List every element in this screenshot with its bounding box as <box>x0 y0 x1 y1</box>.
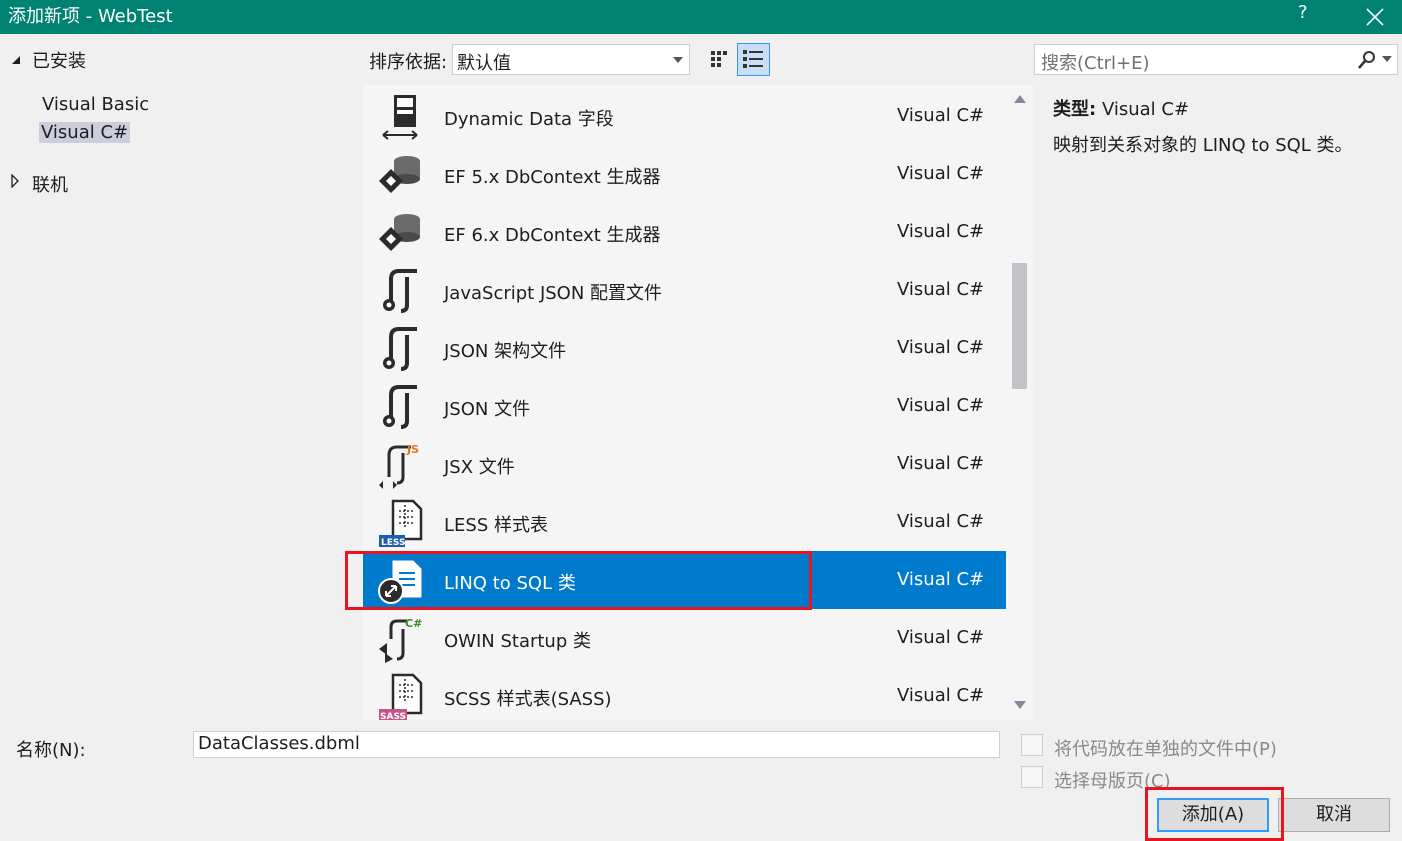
tree-item-visual-basic[interactable]: Visual Basic <box>42 94 149 115</box>
template-row-jsx-file[interactable]: JS JSX 文件 Visual C# <box>363 435 1006 493</box>
close-button[interactable] <box>1348 0 1402 34</box>
tree-node-online[interactable]: 联机 <box>32 171 68 197</box>
list-view-button[interactable] <box>737 43 770 76</box>
small-icons-view-button[interactable] <box>704 43 737 76</box>
tree-item-visual-csharp[interactable]: Visual C# <box>39 122 131 143</box>
template-language: Visual C# <box>897 279 985 300</box>
json-file-icon <box>383 385 417 429</box>
template-language: Visual C# <box>897 453 985 474</box>
master-page-label: 选择母版页(C) <box>1054 771 1171 792</box>
tree-node-installed[interactable]: 已安装 <box>32 47 86 73</box>
scrollbar-thumb[interactable] <box>1012 263 1027 389</box>
template-name: JSON 文件 <box>444 399 531 420</box>
scss-file-icon: SASS <box>379 673 423 720</box>
template-name: LINQ to SQL 类 <box>444 573 576 594</box>
master-page-checkbox[interactable] <box>1021 766 1043 788</box>
template-language: Visual C# <box>897 685 985 706</box>
template-name: LESS 样式表 <box>444 515 548 536</box>
name-field-value: DataClasses.dbml <box>198 733 360 754</box>
template-row-linq-to-sql[interactable]: LINQ to SQL 类 Visual C# <box>363 551 1006 609</box>
sort-label: 排序依据: <box>369 52 448 73</box>
list-view-icon <box>743 50 763 68</box>
sort-value: 默认值 <box>457 53 511 74</box>
search-input[interactable]: 搜索(Ctrl+E) <box>1034 44 1398 75</box>
separate-file-checkbox[interactable] <box>1021 734 1043 756</box>
separate-file-label: 将代码放在单独的文件中(P) <box>1054 739 1277 760</box>
template-language: Visual C# <box>897 163 985 184</box>
title-bar: 添加新项 - WebTest ? <box>0 0 1402 34</box>
template-language: Visual C# <box>897 569 985 590</box>
template-name: OWIN Startup 类 <box>444 631 591 652</box>
template-description: 映射到关系对象的 LINQ to SQL 类。 <box>1053 135 1353 156</box>
window-title: 添加新项 - WebTest <box>8 6 173 27</box>
less-badge: LESS <box>381 538 405 547</box>
template-row-dynamic-data[interactable]: Dynamic Data 字段 Visual C# <box>363 87 1006 145</box>
jsx-badge: JS <box>406 443 419 456</box>
template-language: Visual C# <box>897 221 985 242</box>
template-name: Dynamic Data 字段 <box>444 109 614 130</box>
search-placeholder: 搜索(Ctrl+E) <box>1041 53 1150 74</box>
chevron-down-icon <box>673 57 683 63</box>
scss-badge: SASS <box>380 712 406 720</box>
template-name: SCSS 样式表(SASS) <box>444 689 612 710</box>
template-row-less[interactable]: LESS LESS 样式表 Visual C# <box>363 493 1006 551</box>
scroll-up-arrow-icon[interactable] <box>1014 95 1026 103</box>
template-name: EF 6.x DbContext 生成器 <box>444 225 661 246</box>
template-name: JavaScript JSON 配置文件 <box>444 283 663 304</box>
search-icon[interactable] <box>1357 50 1377 70</box>
category-tree: 已安装 Visual Basic Visual C# 联机 <box>0 34 363 720</box>
template-name: JSX 文件 <box>444 457 515 478</box>
template-language: Visual C# <box>897 627 985 648</box>
list-scrollbar[interactable] <box>1006 85 1033 720</box>
type-label: 类型: <box>1053 99 1097 120</box>
cancel-button[interactable]: 取消 <box>1278 798 1390 832</box>
name-label: 名称(N): <box>16 740 86 761</box>
json-file-icon <box>383 327 417 371</box>
template-name: EF 5.x DbContext 生成器 <box>444 167 661 188</box>
template-list[interactable]: Dynamic Data 字段 Visual C# EF 5.x DbConte… <box>363 85 1033 720</box>
owin-badge: C# <box>405 617 422 630</box>
template-row-owin-startup[interactable]: C# OWIN Startup 类 Visual C# <box>363 609 1006 667</box>
details-panel: 类型: Visual C# 映射到关系对象的 LINQ to SQL 类。 <box>1033 85 1402 720</box>
collapsed-arrow-icon[interactable] <box>10 174 20 188</box>
template-row-ef5[interactable]: EF 5.x DbContext 生成器 Visual C# <box>363 145 1006 203</box>
template-row-json-file[interactable]: JSON 文件 Visual C# <box>363 377 1006 435</box>
dynamic-data-icon <box>382 95 418 140</box>
owin-startup-icon: C# <box>379 617 422 663</box>
ef-generator-icon <box>379 156 420 193</box>
template-language: Visual C# <box>897 105 985 126</box>
scroll-down-arrow-icon[interactable] <box>1014 701 1026 709</box>
ef-generator-icon <box>379 214 420 251</box>
type-line: 类型: Visual C# <box>1053 95 1189 121</box>
template-language: Visual C# <box>897 511 985 532</box>
grid-view-icon <box>711 51 727 67</box>
close-icon <box>1366 8 1384 26</box>
less-file-icon: LESS <box>379 499 423 547</box>
template-row-js-json-config[interactable]: JavaScript JSON 配置文件 Visual C# <box>363 261 1006 319</box>
help-button[interactable]: ? <box>1298 2 1308 23</box>
template-language: Visual C# <box>897 395 985 416</box>
search-options-chevron-icon[interactable] <box>1382 56 1392 62</box>
template-row-json-schema[interactable]: JSON 架构文件 Visual C# <box>363 319 1006 377</box>
template-language: Visual C# <box>897 337 985 358</box>
linq-to-sql-icon <box>378 560 422 604</box>
add-button[interactable]: 添加(A) <box>1157 798 1269 832</box>
type-value: Visual C# <box>1101 99 1190 120</box>
json-file-icon <box>383 269 417 313</box>
name-field[interactable]: DataClasses.dbml <box>193 731 1000 758</box>
jsx-file-icon: JS <box>379 443 419 489</box>
template-name: JSON 架构文件 <box>444 341 567 362</box>
bottom-form: 名称(N): DataClasses.dbml 将代码放在单独的文件中(P) 选… <box>0 720 1402 841</box>
template-row-scss[interactable]: SASS SCSS 样式表(SASS) Visual C# <box>363 667 1006 720</box>
template-row-ef6[interactable]: EF 6.x DbContext 生成器 Visual C# <box>363 203 1006 261</box>
sort-select[interactable]: 默认值 <box>452 44 690 75</box>
expanded-arrow-icon[interactable] <box>10 54 22 66</box>
